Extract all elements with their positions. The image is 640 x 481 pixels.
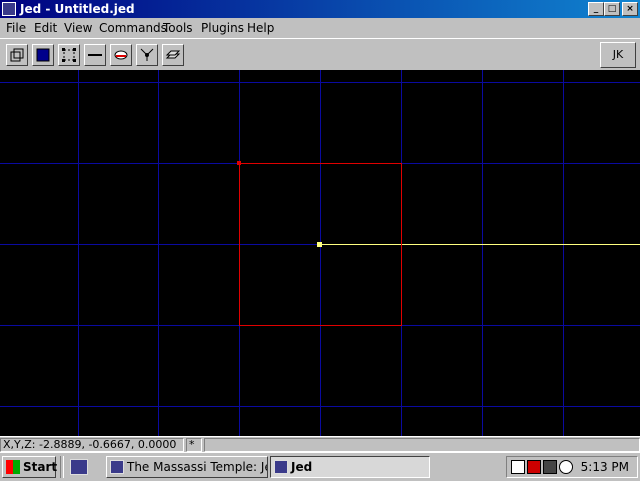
clock[interactable]: 5:13 PM [581, 460, 629, 474]
frame-icon [165, 50, 181, 59]
menu-edit[interactable]: Edit [34, 21, 57, 35]
sector-icon [10, 48, 24, 62]
menu-help[interactable]: Help [247, 21, 274, 35]
jed-app-icon[interactable] [2, 2, 16, 16]
vertex-mode-button[interactable] [58, 44, 80, 66]
edge-icon [88, 54, 102, 56]
task-label: The Massassi Temple: Jed... [127, 460, 267, 474]
scheduler-icon[interactable] [511, 460, 525, 474]
vertex-icon [62, 48, 76, 62]
map-grid-canvas[interactable] [0, 70, 640, 436]
task-jed[interactable]: Jed [270, 456, 430, 478]
task-label: Jed [291, 460, 313, 474]
jed-task-icon [274, 460, 288, 474]
status-bar: X,Y,Z: -2.8889, -0.6667, 0.0000 * [0, 436, 640, 453]
origin-marker [317, 242, 322, 247]
menu-bar: File Edit View Commands Tools Plugins He… [0, 18, 640, 38]
sector-mode-button[interactable] [6, 44, 28, 66]
menu-commands[interactable]: Commands [99, 21, 167, 35]
quicklaunch-separator [60, 456, 64, 478]
toolbar: JK [0, 38, 640, 71]
status-mode-indicator: * [186, 438, 202, 452]
surface-mode-button[interactable] [32, 44, 54, 66]
speaker-icon[interactable] [543, 460, 557, 474]
antivirus-shield-icon[interactable] [527, 460, 541, 474]
window-title: Jed - Untitled.jed [20, 2, 135, 16]
search-icon[interactable] [559, 460, 573, 474]
thing-icon [140, 48, 154, 61]
jed-task-icon [110, 460, 124, 474]
menu-plugins[interactable]: Plugins [201, 21, 244, 35]
restore-button[interactable]: □ [604, 2, 620, 16]
menu-file[interactable]: File [6, 21, 26, 35]
jed-quicklaunch-icon[interactable] [70, 459, 88, 475]
minimize-button[interactable]: _ [588, 2, 604, 16]
selected-vertex-marker [237, 161, 241, 165]
status-empty-panel [204, 438, 640, 452]
menu-view[interactable]: View [64, 21, 92, 35]
taskbar: Start The Massassi Temple: Jed... Jed 5:… [0, 452, 640, 481]
frame-mode-button[interactable] [162, 44, 184, 66]
windows-logo-icon [6, 460, 20, 474]
menu-tools[interactable]: Tools [163, 21, 193, 35]
start-button[interactable]: Start [2, 456, 58, 478]
task-massassi-temple[interactable]: The Massassi Temple: Jed... [106, 456, 268, 478]
light-icon [114, 50, 128, 60]
edge-mode-button[interactable] [84, 44, 106, 66]
thing-mode-button[interactable] [136, 44, 158, 66]
start-label: Start [23, 460, 58, 474]
jk-game-button[interactable]: JK [600, 42, 636, 68]
coordinates-readout: X,Y,Z: -2.8889, -0.6667, 0.0000 [0, 438, 184, 452]
title-bar: Jed - Untitled.jed _ □ × [0, 0, 640, 18]
close-button[interactable]: × [622, 2, 638, 16]
editor-viewport[interactable] [0, 70, 640, 436]
surface-icon [36, 48, 50, 62]
light-mode-button[interactable] [110, 44, 132, 66]
system-tray: 5:13 PM [506, 456, 638, 478]
